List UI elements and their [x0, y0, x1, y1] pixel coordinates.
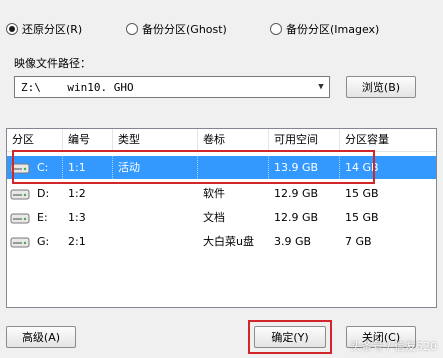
column-capacity[interactable]: 分区容量 [340, 129, 436, 151]
cell-free-space: 3.9 GB [274, 235, 312, 248]
cell-capacity: 15 GB [345, 211, 379, 224]
cell-type [113, 182, 198, 205]
image-path-value: Z:\ win10. GHO [21, 80, 134, 94]
table-header: 分区 编号 类型 卷标 可用空间 分区容量 [7, 129, 436, 152]
column-type[interactable]: 类型 [113, 129, 198, 151]
column-partition[interactable]: 分区 [7, 129, 63, 151]
backup-imagex-label: 备份分区(Imagex) [286, 23, 380, 36]
cell-number: 1:3 [68, 211, 86, 224]
chevron-down-icon[interactable]: ▼ [313, 77, 329, 97]
restore-label: 还原分区(R) [22, 23, 83, 36]
cell-capacity: 15 GB [345, 187, 379, 200]
ok-button[interactable]: 确定(Y) [254, 326, 326, 348]
drive-icon [10, 237, 30, 248]
backup-imagex-radio[interactable] [270, 23, 282, 35]
restore-radio[interactable] [6, 23, 18, 35]
drive-icon [10, 213, 30, 224]
cell-type [113, 230, 198, 253]
drive-icon [10, 163, 30, 174]
drive-icon [10, 189, 30, 200]
partition-table[interactable]: 分区 编号 类型 卷标 可用空间 分区容量 C: 1:1 活动 13.9 GB … [6, 128, 437, 308]
cell-partition: G: [37, 235, 50, 248]
cell-capacity: 14 GB [345, 161, 379, 174]
column-label[interactable]: 卷标 [198, 129, 269, 151]
cell-type: 活动 [113, 156, 198, 179]
column-free-space[interactable]: 可用空间 [269, 129, 340, 151]
table-row[interactable]: G: 2:1 大白菜u盘 3.9 GB 7 GB [7, 230, 436, 253]
cell-label [198, 156, 269, 179]
advanced-button[interactable]: 高级(A) [6, 326, 76, 348]
cell-free-space: 13.9 GB [269, 156, 340, 179]
backup-ghost-label: 备份分区(Ghost) [142, 23, 227, 36]
cell-number: 2:1 [68, 235, 86, 248]
cell-label: 大白菜u盘 [203, 235, 254, 248]
watermark-text: 头条号 / 信友520 [350, 340, 437, 353]
cell-partition: D: [37, 187, 50, 200]
table-row[interactable]: E: 1:3 文档 12.9 GB 15 GB [7, 206, 436, 229]
cell-free-space: 12.9 GB [274, 211, 319, 224]
image-path-label: 映像文件路径： [14, 57, 91, 70]
cell-partition: E: [37, 211, 48, 224]
cell-partition: C: [33, 156, 63, 179]
cell-label: 软件 [203, 187, 225, 200]
backup-ghost-radio[interactable] [126, 23, 138, 35]
cell-type [113, 206, 198, 229]
cell-capacity: 7 GB [345, 235, 372, 248]
image-path-field[interactable]: Z:\ win10. GHO ▼ [14, 76, 330, 98]
table-row[interactable]: C: 1:1 活动 13.9 GB 14 GB [7, 156, 436, 179]
column-number[interactable]: 编号 [63, 129, 113, 151]
backup-ghost-option[interactable]: 备份分区(Ghost) [126, 21, 227, 37]
restore-partition-option[interactable]: 还原分区(R) [6, 21, 82, 37]
backup-imagex-option[interactable]: 备份分区(Imagex) [270, 21, 379, 37]
cell-label: 文档 [203, 211, 225, 224]
cell-number: 1:1 [63, 156, 113, 179]
cell-free-space: 12.9 GB [274, 187, 319, 200]
table-row[interactable]: D: 1:2 软件 12.9 GB 15 GB [7, 182, 436, 205]
cell-number: 1:2 [68, 187, 86, 200]
browse-button[interactable]: 浏览(B) [346, 76, 416, 98]
